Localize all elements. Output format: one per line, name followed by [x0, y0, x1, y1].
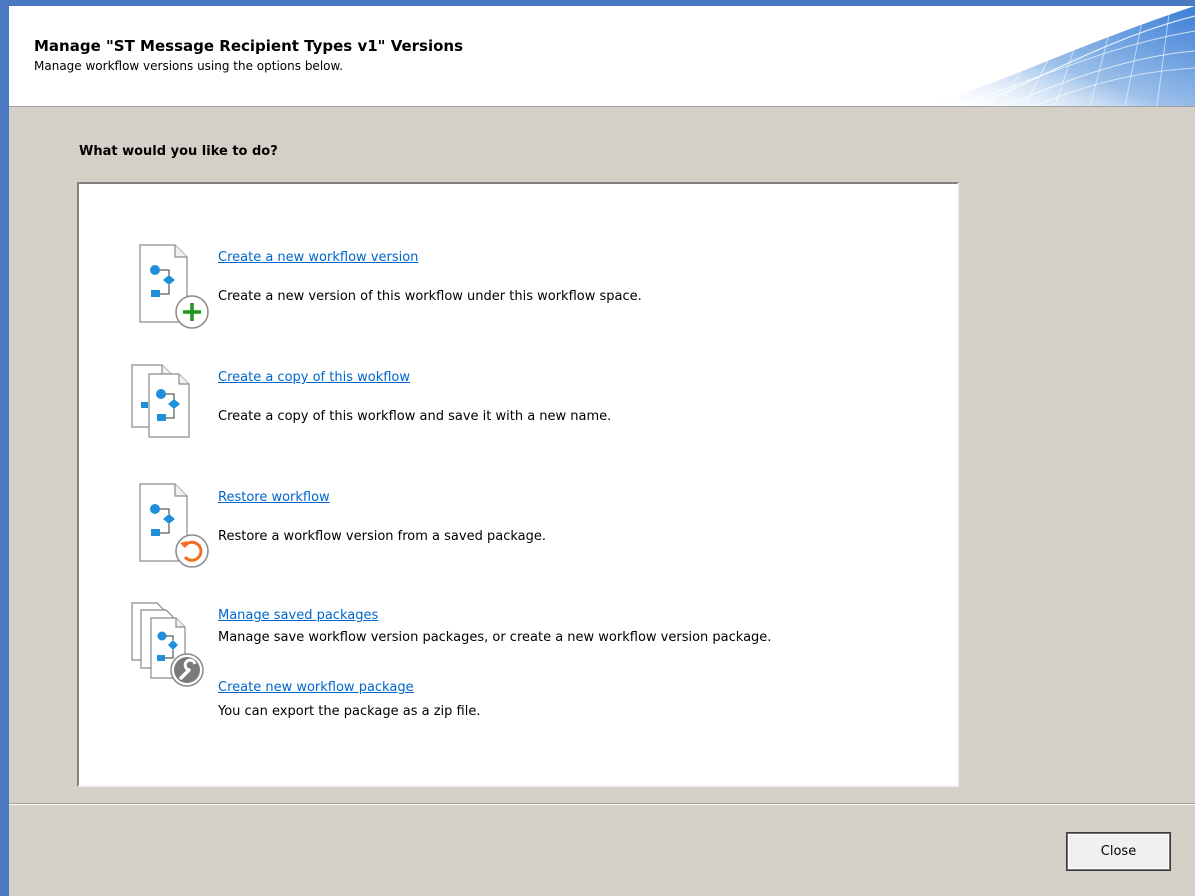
options-panel: Create a new workflow version Create a n…: [77, 182, 959, 787]
create-new-package-link[interactable]: Create new workflow package: [218, 680, 414, 695]
create-copy-link[interactable]: Create a copy of this wokflow: [218, 370, 410, 385]
create-new-version-link[interactable]: Create a new workflow version: [218, 250, 418, 265]
create-copy-description: Create a copy of this workflow and save …: [218, 409, 612, 424]
header-banner-graphic: [925, 6, 1195, 106]
dialog-subtitle: Manage workflow versions using the optio…: [34, 59, 344, 73]
restore-workflow-description: Restore a workflow version from a saved …: [218, 529, 546, 544]
manage-saved-packages-description: Manage save workflow version packages, o…: [218, 630, 772, 645]
manage-packages-icon: [131, 602, 204, 687]
question-label: What would you like to do?: [79, 144, 278, 159]
manage-saved-packages-link[interactable]: Manage saved packages: [218, 608, 378, 623]
dialog-header: Manage "ST Message Recipient Types v1" V…: [9, 6, 1195, 107]
window-left-border: [0, 0, 9, 896]
close-button[interactable]: Close: [1067, 833, 1170, 870]
restore-workflow-link[interactable]: Restore workflow: [218, 490, 330, 505]
footer-divider: [9, 803, 1195, 805]
create-new-package-description: You can export the package as a zip file…: [218, 704, 481, 719]
create-new-version-description: Create a new version of this workflow un…: [218, 289, 642, 304]
dialog-title: Manage "ST Message Recipient Types v1" V…: [34, 37, 464, 55]
restore-workflow-icon: [139, 483, 209, 568]
copy-workflow-icon: [131, 364, 190, 438]
new-workflow-version-icon: [139, 244, 209, 329]
